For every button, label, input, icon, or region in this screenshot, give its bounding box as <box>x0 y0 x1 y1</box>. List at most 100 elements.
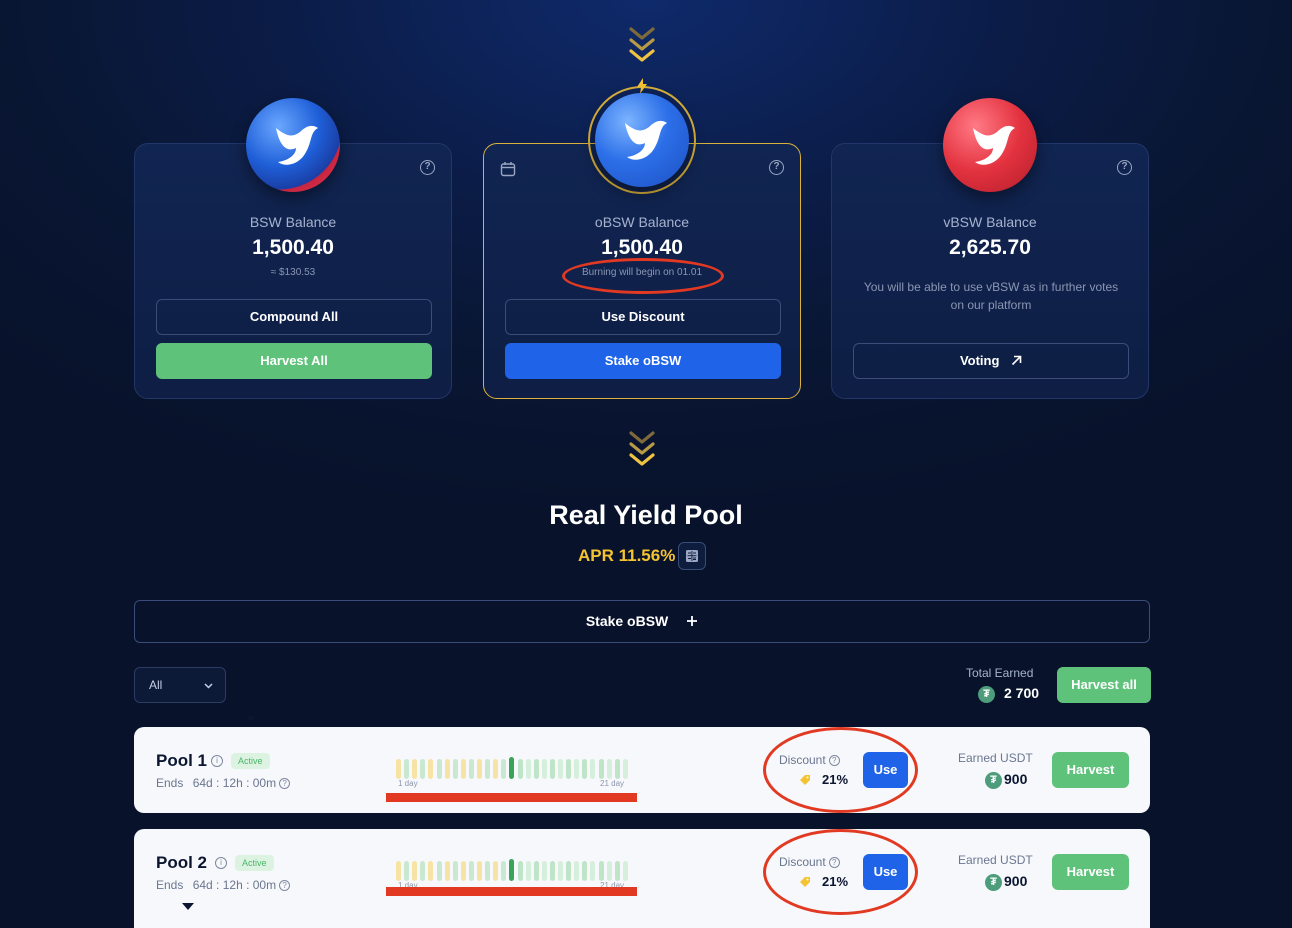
annotation-circle <box>562 258 724 294</box>
pool-filter-select[interactable]: All <box>134 667 226 703</box>
harvest-button[interactable]: Harvest <box>1052 854 1129 890</box>
help-icon[interactable]: ? <box>769 160 784 175</box>
slider-tick <box>582 861 588 881</box>
help-icon[interactable]: ? <box>279 880 291 892</box>
calculator-icon[interactable] <box>678 542 706 570</box>
slider-tick <box>444 861 450 881</box>
ends-label: Ends <box>156 776 184 790</box>
slider-max-label: 21 day <box>600 779 625 788</box>
info-icon[interactable]: i <box>215 857 227 869</box>
status-badge: Active <box>235 855 274 871</box>
slider-tick <box>614 759 620 779</box>
slider-tick <box>525 759 531 779</box>
slider-tick <box>493 759 499 779</box>
help-icon[interactable]: ? <box>1117 160 1132 175</box>
slider-tick <box>606 861 612 881</box>
harvest-all-button[interactable]: Harvest All <box>156 343 432 379</box>
pool-title: Real Yield Pool <box>549 500 743 530</box>
voting-button[interactable]: Voting <box>853 343 1129 379</box>
card-label: BSW Balance <box>249 214 337 230</box>
slider-tick <box>468 861 474 881</box>
slider-tick <box>541 759 547 779</box>
slider-tick <box>444 759 450 779</box>
stake-obsw-button[interactable]: Stake oBSW <box>505 343 781 379</box>
ends-countdown: 64d : 12h : 00m <box>192 878 277 892</box>
total-earned-label: Total Earned <box>966 666 1034 680</box>
info-icon[interactable]: i <box>211 755 223 767</box>
slider-tick <box>477 759 482 779</box>
annotation-circle <box>763 829 918 915</box>
slider-tick <box>485 861 491 881</box>
filter-value: All <box>149 678 163 692</box>
slider-tick <box>452 759 458 779</box>
slider-tick <box>452 861 458 881</box>
help-icon[interactable]: ? <box>279 778 291 790</box>
slider-tick <box>517 759 523 779</box>
slider-tick <box>549 759 555 779</box>
slider-tick <box>598 759 604 779</box>
plus-icon <box>687 616 698 626</box>
slider-tick <box>574 759 580 779</box>
vbsw-description: You will be able to use vBSW as in furth… <box>863 280 1119 312</box>
slider-tick <box>485 759 491 779</box>
pool-row: Pool 1 i Active Ends 64d : 12h : 00m? 1 … <box>134 727 1150 813</box>
pool-name: Pool 1 <box>156 751 208 770</box>
compound-all-button[interactable]: Compound All <box>156 299 432 335</box>
slider-tick <box>622 861 628 881</box>
ends-countdown: 64d : 12h : 00m <box>192 776 277 790</box>
slider-tick <box>428 759 434 779</box>
use-discount-button[interactable]: Use Discount <box>505 299 781 335</box>
slider-tick <box>436 759 442 779</box>
slider-tick <box>501 759 507 779</box>
annotation-underline <box>386 887 637 896</box>
pool-name: Pool 2 <box>156 853 208 872</box>
slider-tick <box>558 759 563 779</box>
obsw-balance-card: ? oBSW Balance 1,500.40 Burning will beg… <box>483 78 801 399</box>
voting-label: Voting <box>959 353 1000 368</box>
slider-tick <box>525 861 531 881</box>
annotation-underline <box>386 793 637 802</box>
chevrons-down-icon <box>629 431 655 466</box>
slider-tick <box>598 861 604 881</box>
tether-icon: ₮ <box>985 772 1002 789</box>
slider-tick <box>590 759 596 779</box>
tether-icon: ₮ <box>978 686 995 703</box>
earned-value: 900 <box>1004 873 1028 889</box>
pool-ends: Ends 64d : 12h : 00m? <box>156 878 291 892</box>
harvest-button[interactable]: Harvest <box>1052 752 1129 788</box>
chevron-down-icon <box>204 683 213 689</box>
stake-obsw-bar[interactable]: Stake oBSW <box>134 600 1150 643</box>
lock-duration-slider[interactable] <box>396 755 632 779</box>
earned-label: Earned USDT <box>958 751 1033 765</box>
calendar-icon[interactable] <box>500 161 516 177</box>
obsw-coin-icon <box>595 93 689 187</box>
stake-label: Stake oBSW <box>585 613 669 629</box>
slider-tick <box>566 861 572 881</box>
vbsw-balance-card: ? vBSW Balance 2,625.70 You will be able… <box>831 98 1149 399</box>
slider-tick <box>412 759 418 779</box>
slider-tick <box>468 759 474 779</box>
pool-ends: Ends 64d : 12h : 00m? <box>156 776 291 790</box>
slider-min-label: 1 day <box>398 779 418 788</box>
slider-tick <box>509 859 515 881</box>
slider-tick <box>566 759 572 779</box>
earned-label: Earned USDT <box>958 853 1033 867</box>
slider-tick <box>509 757 515 779</box>
slider-tick <box>533 861 539 881</box>
caret-down-icon <box>246 716 256 722</box>
slider-tick <box>396 759 401 779</box>
bsw-balance-card: ? BSW Balance 1,500.40 ≈ $130.53 Compoun… <box>134 98 452 399</box>
slider-tick <box>517 861 523 881</box>
help-icon[interactable]: ? <box>420 160 435 175</box>
slider-tick <box>460 759 466 779</box>
harvest-all-pools-button[interactable]: Harvest all <box>1057 667 1151 703</box>
pool-row: Pool 2 i Active Ends 64d : 12h : 00m? 1 … <box>134 829 1150 928</box>
tether-icon: ₮ <box>985 874 1002 891</box>
lock-duration-slider[interactable] <box>396 857 632 881</box>
chevrons-down-icon <box>629 27 655 62</box>
card-value: 1,500.40 <box>601 236 683 259</box>
card-usd-value: ≈ $130.53 <box>270 267 316 278</box>
card-value: 1,500.40 <box>252 236 334 259</box>
caret-down-icon <box>182 903 194 910</box>
card-value: 2,625.70 <box>949 236 1031 259</box>
